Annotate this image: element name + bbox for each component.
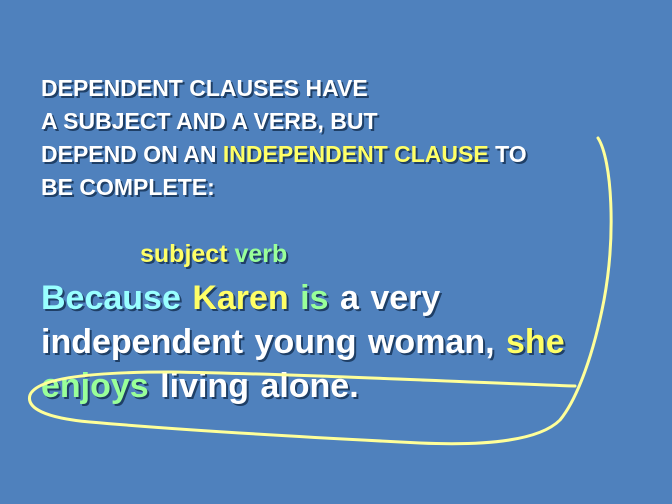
slide: DEPENDENT CLAUSES HAVE A SUBJECT AND A V… [0, 0, 672, 504]
ink-loop-stroke [28, 136, 613, 446]
ink-annotation [28, 136, 613, 446]
